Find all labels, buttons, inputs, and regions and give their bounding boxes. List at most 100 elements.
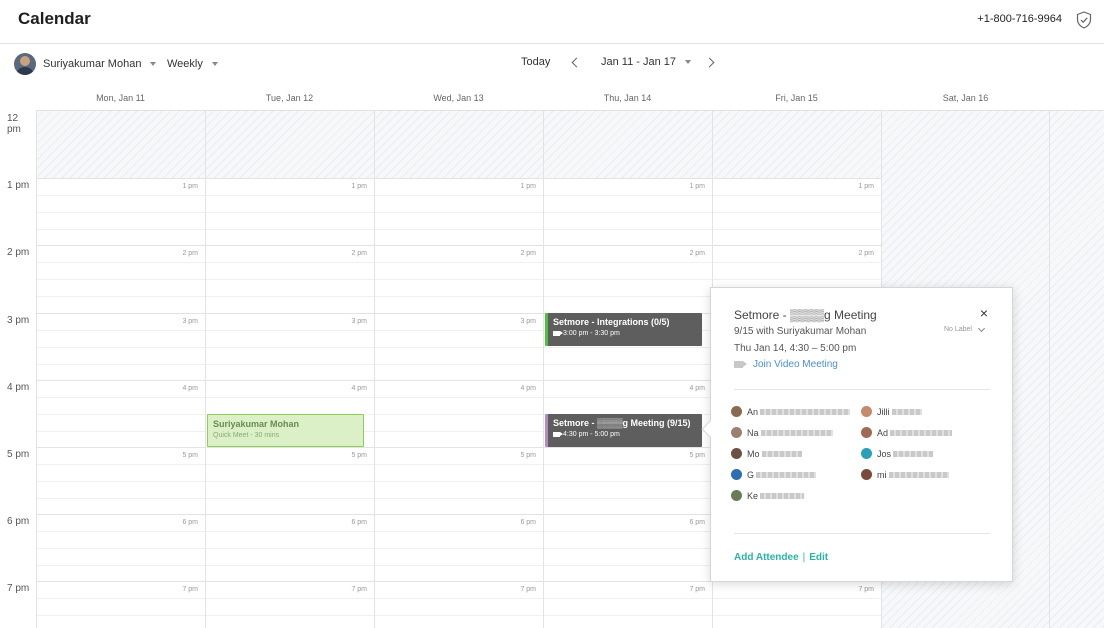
cell-hour-label: 2 pm bbox=[182, 250, 198, 257]
event-time-row: 3:00 pm - 3:30 pm bbox=[553, 330, 702, 337]
popup-attendance: 9/15 with Suriyakumar Mohan bbox=[734, 326, 867, 337]
attendee[interactable]: Mo bbox=[731, 448, 802, 459]
event-integrations[interactable]: Setmore - Integrations (0/5) 3:00 pm - 3… bbox=[545, 313, 702, 346]
cell-hour-label: 2 pm bbox=[351, 250, 367, 257]
attendee[interactable]: Ad bbox=[861, 427, 953, 438]
attendee-name: mi bbox=[877, 469, 887, 480]
attendee[interactable]: G bbox=[731, 469, 817, 480]
cell-hour-label: 7 pm bbox=[182, 586, 198, 593]
label-text: No Label bbox=[943, 326, 972, 333]
cell-hour-label: 2 pm bbox=[520, 250, 536, 257]
redacted-text bbox=[760, 429, 833, 436]
time-label: 12 pm bbox=[7, 113, 21, 135]
separator: | bbox=[802, 552, 806, 563]
avatar bbox=[731, 490, 742, 501]
event-time: 3:00 pm - 3:30 pm bbox=[563, 330, 620, 337]
cell-hour-label: 5 pm bbox=[520, 452, 536, 459]
unavailable-block bbox=[36, 111, 881, 178]
day-header-mon[interactable]: Mon, Jan 11 bbox=[36, 86, 205, 110]
redacted-text bbox=[756, 471, 817, 478]
cell-hour-label: 4 pm bbox=[351, 385, 367, 392]
chevron-right-icon[interactable] bbox=[704, 55, 718, 71]
redacted-text bbox=[888, 471, 949, 478]
popup-title: Setmore - ▒▒▒▒g Meeting bbox=[734, 308, 877, 322]
join-video-meeting-link[interactable]: Join Video Meeting bbox=[734, 359, 838, 370]
time-label: 6 pm bbox=[7, 516, 30, 527]
cell-hour-label: 4 pm bbox=[182, 385, 198, 392]
avatar bbox=[731, 469, 742, 480]
attendee[interactable]: An bbox=[731, 406, 851, 417]
avatar bbox=[731, 448, 742, 459]
day-header-fri[interactable]: Fri, Jan 15 bbox=[712, 86, 881, 110]
redacted-text bbox=[893, 450, 934, 457]
cell-hour-label: 7 pm bbox=[351, 586, 367, 593]
avatar bbox=[861, 406, 872, 417]
today-button[interactable]: Today bbox=[521, 56, 550, 68]
chevron-down-icon bbox=[150, 62, 157, 66]
time-label: 7 pm bbox=[7, 583, 30, 594]
label-selector[interactable]: No Label bbox=[943, 324, 986, 333]
day-header-sat[interactable]: Sat, Jan 16 bbox=[881, 86, 1050, 110]
event-quick-meet[interactable]: Suriyakumar Mohan Quick Meet - 30 mins bbox=[207, 414, 364, 447]
attendee-name: Ke bbox=[747, 490, 759, 501]
avatar bbox=[861, 448, 872, 459]
divider bbox=[734, 533, 990, 534]
view-selector[interactable]: Weekly bbox=[167, 58, 218, 70]
cell-hour-label: 2 pm bbox=[689, 250, 705, 257]
cell-hour-label: 7 pm bbox=[520, 586, 536, 593]
popup-actions: Add Attendee | Edit bbox=[734, 552, 828, 563]
attendee-name: Mo bbox=[747, 448, 760, 459]
day-header-wed[interactable]: Wed, Jan 13 bbox=[374, 86, 543, 110]
cell-hour-label: 4 pm bbox=[689, 385, 705, 392]
calendar-toolbar: Suriyakumar Mohan Weekly Today Jan 11 - … bbox=[0, 44, 1104, 86]
avatar bbox=[861, 469, 872, 480]
day-header-thu[interactable]: Thu, Jan 14 bbox=[543, 86, 712, 110]
attendee-name: An bbox=[747, 406, 759, 417]
attendee-name: Jos bbox=[877, 448, 892, 459]
add-attendee-link[interactable]: Add Attendee bbox=[734, 552, 799, 563]
attendee[interactable]: Ke bbox=[731, 490, 805, 501]
attendee[interactable]: Jos bbox=[861, 448, 934, 459]
redacted-text bbox=[760, 408, 851, 415]
cell-hour-label: 1 pm bbox=[520, 183, 536, 190]
cell-hour-label: 6 pm bbox=[689, 519, 705, 526]
cell-hour-label: 2 pm bbox=[858, 250, 874, 257]
chevron-down-icon bbox=[211, 62, 218, 66]
redacted-text bbox=[760, 492, 805, 499]
shield-check-icon[interactable] bbox=[1076, 11, 1092, 29]
cell-hour-label: 1 pm bbox=[858, 183, 874, 190]
attendee-name: Ad bbox=[877, 427, 889, 438]
avatar bbox=[731, 427, 742, 438]
cell-hour-label: 7 pm bbox=[858, 586, 874, 593]
attendee-name: Na bbox=[747, 427, 759, 438]
close-icon[interactable]: × bbox=[980, 305, 988, 321]
attendee[interactable]: Na bbox=[731, 427, 833, 438]
phone-number[interactable]: +1-800-716-9964 bbox=[977, 13, 1062, 25]
time-label: 1 pm bbox=[7, 180, 30, 191]
top-bar: Calendar +1-800-716-9964 bbox=[0, 0, 1104, 44]
day-header-tue[interactable]: Tue, Jan 12 bbox=[205, 86, 374, 110]
event-title: Suriyakumar Mohan bbox=[213, 419, 300, 429]
attendee[interactable]: Jilli bbox=[861, 406, 922, 417]
attendee[interactable]: mi bbox=[861, 469, 949, 480]
chevron-down-icon bbox=[977, 324, 986, 332]
cell-hour-label: 3 pm bbox=[182, 318, 198, 325]
view-label: Weekly bbox=[167, 58, 203, 70]
cell-hour-label: 1 pm bbox=[351, 183, 367, 190]
event-meeting[interactable]: Setmore - ▒▒▒▒g Meeting (9/15) 4:30 pm -… bbox=[545, 414, 702, 447]
video-camera-icon bbox=[553, 432, 563, 437]
cell-hour-label: 5 pm bbox=[689, 452, 705, 459]
redacted-text bbox=[761, 450, 802, 457]
divider bbox=[734, 389, 990, 390]
redacted-text bbox=[891, 408, 922, 415]
date-range-selector[interactable]: Jan 11 - Jan 17 bbox=[601, 56, 692, 68]
cell-hour-label: 6 pm bbox=[520, 519, 536, 526]
cell-hour-label: 5 pm bbox=[351, 452, 367, 459]
date-range-label: Jan 11 - Jan 17 bbox=[601, 56, 677, 68]
chevron-left-icon[interactable] bbox=[568, 55, 582, 71]
event-subtitle: Quick Meet - 30 mins bbox=[213, 432, 280, 439]
staff-selector[interactable]: Suriyakumar Mohan bbox=[14, 52, 157, 76]
staff-name: Suriyakumar Mohan bbox=[43, 58, 142, 70]
edit-link[interactable]: Edit bbox=[809, 552, 828, 563]
page-title: Calendar bbox=[18, 9, 91, 28]
